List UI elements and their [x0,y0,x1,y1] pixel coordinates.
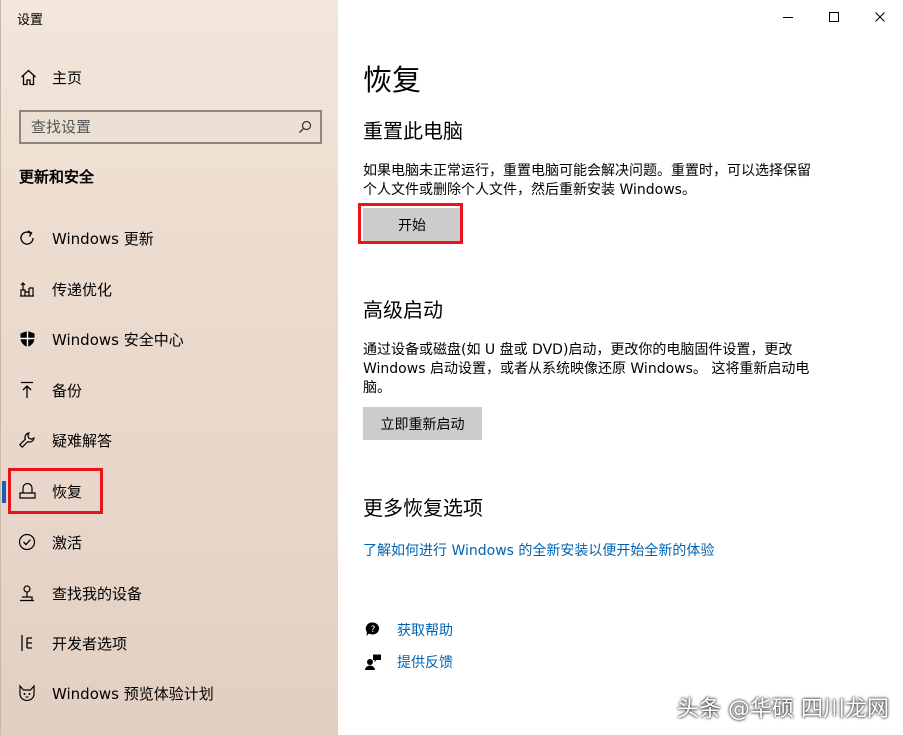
check-circle-icon [17,532,37,552]
advanced-description-line: 通过设备或磁盘(如 U 盘或 DVD)启动，更改你的电脑固件设置，更改 [363,342,793,358]
sidebar-item-label: Windows 安全中心 [52,330,184,349]
help-chat-icon: ? [363,620,383,640]
refresh-icon [17,228,37,248]
maximize-button[interactable] [811,0,857,34]
developer-icon [17,633,37,653]
sidebar-item-activation[interactable]: 激活 [1,522,339,562]
close-button[interactable] [857,0,903,34]
sidebar-item-troubleshoot[interactable]: 疑难解答 [1,420,339,460]
sidebar-item-find-my-device[interactable]: 查找我的设备 [1,573,339,613]
wrench-icon [17,430,37,450]
sidebar-item-backup[interactable]: 备份 [1,370,339,410]
sidebar-item-developer[interactable]: 开发者选项 [1,623,339,663]
search-box[interactable] [19,110,322,144]
backup-arrow-icon [17,380,37,400]
sidebar-item-insider[interactable]: Windows 预览体验计划 [1,673,339,713]
sidebar-item-label: 传递优化 [52,280,113,299]
feedback-label: 提供反馈 [397,655,453,671]
insider-cat-icon [17,683,37,703]
sidebar-item-label: Windows 预览体验计划 [52,684,214,703]
advanced-startup-heading: 高级启动 [363,298,443,322]
window-controls [765,0,903,34]
reset-description: 如果电脑未正常运行，重置电脑可能会解决问题。重置时，可以选择保留 个人文件或删除… [363,162,853,200]
delivery-optimization-icon [17,279,37,299]
sidebar-item-label: 激活 [52,533,83,552]
more-options-heading: 更多恢复选项 [363,496,483,520]
sidebar-item-label: 备份 [52,381,83,400]
fresh-install-link[interactable]: 了解如何进行 Windows 的全新安装以便开始全新的体验 [363,540,714,560]
sidebar-item-delivery-optimization[interactable]: 传递优化 [1,269,339,309]
minimize-button[interactable] [765,0,811,34]
home-icon [19,68,37,86]
highlight-box-recovery [8,468,103,514]
get-help-link[interactable]: ? 获取帮助 [363,619,453,641]
search-input[interactable] [21,112,290,142]
sidebar-item-security-center[interactable]: Windows 安全中心 [1,319,339,359]
sidebar-item-label: 查找我的设备 [52,584,143,603]
page-title: 恢复 [363,63,422,97]
reset-description-line: 如果电脑未正常运行，重置电脑可能会解决问题。重置时，可以选择保留 [363,163,811,179]
nav-home[interactable]: 主页 [19,66,82,88]
advanced-description-line: 脑。 [363,380,391,396]
find-device-icon [17,583,37,603]
get-help-label: 获取帮助 [397,623,453,639]
watermark: 头条 @华硕 四川龙网 [677,697,889,722]
reset-description-line: 个人文件或删除个人文件，然后重新安装 Windows。 [363,182,696,198]
nav-home-label: 主页 [52,68,83,87]
sidebar-item-windows-update[interactable]: Windows 更新 [1,218,339,258]
minimize-icon [783,17,793,18]
svg-text:?: ? [371,625,376,635]
sidebar-item-label: Windows 更新 [52,229,154,248]
advanced-startup-description: 通过设备或磁盘(如 U 盘或 DVD)启动，更改你的电脑固件设置，更改 Wind… [363,341,853,398]
sidebar: 设置 主页 更新和安全 Windows 更新 传递优化 Windows 安全中心 [0,0,338,735]
feedback-icon [363,652,383,672]
shield-icon [17,329,37,349]
restart-now-button[interactable]: 立即重新启动 [363,407,482,440]
advanced-description-line: Windows 启动设置，或者从系统映像还原 Windows。 这将重新启动电 [363,361,810,377]
section-title: 更新和安全 [19,168,95,186]
main-panel: 恢复 重置此电脑 如果电脑未正常运行，重置电脑可能会解决问题。重置时，可以选择保… [338,0,903,735]
maximize-icon [829,12,839,22]
window-title: 设置 [17,13,44,28]
sidebar-item-label: 疑难解答 [52,431,113,450]
search-icon[interactable] [290,120,320,134]
highlight-box-start [358,203,463,244]
reset-heading: 重置此电脑 [363,119,463,143]
close-icon [875,12,885,22]
sidebar-item-label: 开发者选项 [52,634,128,653]
feedback-link[interactable]: 提供反馈 [363,651,453,673]
